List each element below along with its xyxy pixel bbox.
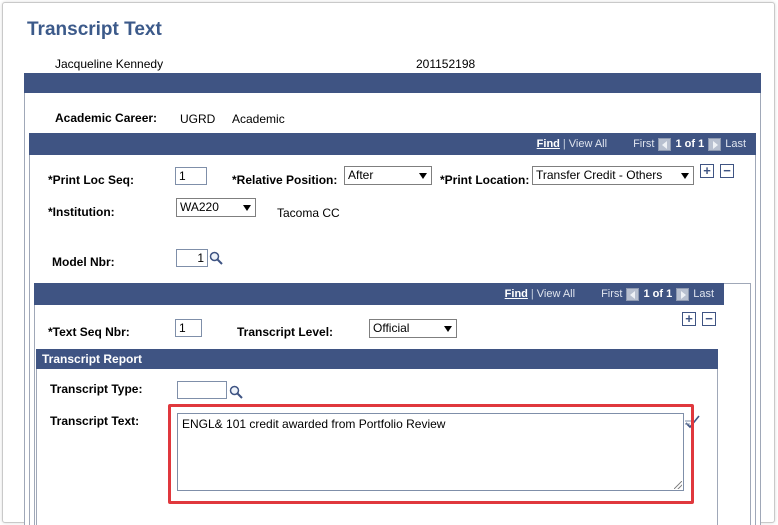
institution-select[interactable]: WA220 (176, 198, 256, 217)
text-seq-nbr-label: *Text Seq Nbr: (48, 325, 130, 339)
institution-value: WA220 (180, 200, 219, 214)
relative-position-value: After (348, 168, 374, 182)
view-all-link[interactable]: View All (569, 138, 607, 150)
last-label: Last (693, 288, 714, 300)
add-row-button[interactable]: + (682, 312, 696, 326)
scroll-nav: Find | View All First 1 of 1 Last (29, 133, 756, 155)
arrow-left-icon[interactable] (626, 287, 640, 301)
delete-row-button[interactable]: − (702, 312, 716, 326)
chevron-down-icon (419, 173, 427, 179)
print-location-header: Find | View All First 1 of 1 Last (29, 133, 756, 155)
transcript-type-input[interactable] (177, 381, 227, 399)
arrow-right-icon[interactable] (676, 287, 690, 301)
add-row-button[interactable]: + (700, 164, 714, 178)
magnifier-icon[interactable] (229, 385, 243, 399)
nav-separator: | (530, 288, 534, 300)
find-link[interactable]: Find (505, 288, 528, 300)
print-location-label: *Print Location: (440, 173, 530, 187)
arrow-left-icon[interactable] (658, 137, 672, 151)
academic-career-label: Academic Career: (55, 111, 158, 125)
print-location-value: Transfer Credit - Others (536, 168, 663, 182)
nav-separator: | (562, 138, 566, 150)
last-label: Last (725, 138, 746, 150)
delete-row-button[interactable]: − (720, 164, 734, 178)
first-label: First (633, 138, 655, 150)
transcript-type-label: Transcript Type: (50, 382, 143, 396)
print-location-select[interactable]: Transfer Credit - Others (532, 166, 694, 185)
arrow-right-icon[interactable] (708, 137, 722, 151)
text-seq-header: Find | View All First 1 of 1 Last (34, 283, 724, 305)
row-count: 1 of 1 (643, 288, 673, 300)
institution-description: Tacoma CC (277, 206, 340, 220)
chevron-down-icon (444, 326, 452, 332)
text-seq-nbr-input[interactable]: 1 (175, 319, 202, 337)
chevron-down-icon (243, 205, 251, 211)
transcript-level-label: Transcript Level: (237, 325, 334, 339)
model-nbr-label: Model Nbr: (52, 255, 115, 269)
chevron-down-icon (681, 173, 689, 179)
student-id: 201152198 (416, 57, 476, 71)
find-link[interactable]: Find (537, 138, 560, 150)
relative-position-label: *Relative Position: (232, 173, 338, 187)
transcript-report-header: Transcript Report (36, 349, 718, 369)
transcript-level-value: Official (373, 321, 410, 335)
annotation-highlight (168, 404, 694, 504)
view-all-link[interactable]: View All (537, 288, 575, 300)
relative-position-select[interactable]: After (344, 166, 432, 185)
first-label: First (601, 288, 623, 300)
transcript-level-select[interactable]: Official (369, 319, 457, 338)
row-count: 1 of 1 (675, 138, 705, 150)
scroll-nav: Find | View All First 1 of 1 Last (34, 283, 724, 305)
transcript-text-label: Transcript Text: (50, 414, 140, 428)
page-title: Transcript Text (27, 19, 162, 40)
academic-career-code: UGRD (180, 112, 216, 126)
print-loc-seq-input[interactable]: 1 (175, 167, 207, 185)
model-nbr-input[interactable]: 1 (176, 249, 208, 267)
magnifier-icon[interactable] (209, 251, 223, 265)
print-loc-seq-label: *Print Loc Seq: (48, 173, 135, 187)
student-name: Jacqueline Kennedy (55, 57, 164, 71)
institution-label: *Institution: (48, 205, 115, 219)
panel-header-bar (24, 73, 761, 93)
academic-career-description: Academic (232, 112, 285, 126)
